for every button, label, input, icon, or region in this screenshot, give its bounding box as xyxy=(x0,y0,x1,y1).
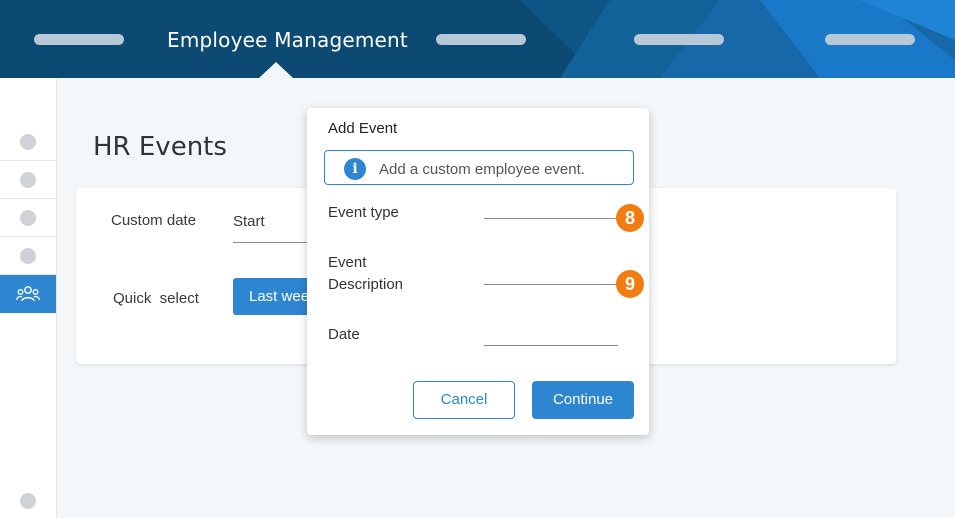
sidebar-item-2[interactable] xyxy=(0,161,56,199)
info-banner: i Add a custom employee event. xyxy=(324,150,634,185)
step-badge-9: 9 xyxy=(616,270,644,298)
sidebar-item-4[interactable] xyxy=(0,237,56,275)
page-title: HR Events xyxy=(93,132,227,162)
nav-placeholder-1[interactable] xyxy=(34,34,124,45)
cancel-button[interactable]: Cancel xyxy=(413,381,515,419)
people-icon xyxy=(16,286,40,302)
circle-icon xyxy=(20,133,36,150)
event-description-label-line2: Description xyxy=(328,276,404,293)
nav-placeholder-3[interactable] xyxy=(634,34,724,45)
app-title[interactable]: Employee Management xyxy=(167,28,408,52)
active-tab-caret xyxy=(259,62,293,78)
sidebar-item-1[interactable] xyxy=(0,123,56,161)
sidebar-item-employees[interactable] xyxy=(0,275,56,313)
circle-icon xyxy=(20,171,36,188)
info-text: Add a custom employee event. xyxy=(379,161,585,178)
sidebar-item-3[interactable] xyxy=(0,199,56,237)
event-type-label: Event type xyxy=(328,204,399,221)
dialog-title: Add Event xyxy=(328,120,398,137)
date-label: Date xyxy=(328,326,360,343)
step-badge-8: 8 xyxy=(616,204,644,232)
sidebar-item-bottom[interactable] xyxy=(0,482,56,518)
circle-icon xyxy=(20,493,36,509)
quick-select-label: Quick select xyxy=(113,290,199,307)
circle-icon xyxy=(20,247,36,264)
event-description-input[interactable] xyxy=(484,284,618,285)
event-type-input[interactable] xyxy=(484,218,618,219)
nav-placeholder-4[interactable] xyxy=(825,34,915,45)
info-icon: i xyxy=(344,158,366,180)
sidebar xyxy=(0,78,57,518)
top-navigation-bar: Employee Management xyxy=(0,0,955,78)
custom-date-label: Custom date xyxy=(111,212,197,229)
event-description-label-line1: Event xyxy=(328,254,367,271)
continue-button[interactable]: Continue xyxy=(532,381,634,419)
add-event-dialog: Add Event i Add a custom employee event.… xyxy=(307,108,649,435)
circle-icon xyxy=(20,209,36,226)
date-input[interactable] xyxy=(484,345,618,346)
nav-placeholder-2[interactable] xyxy=(436,34,526,45)
